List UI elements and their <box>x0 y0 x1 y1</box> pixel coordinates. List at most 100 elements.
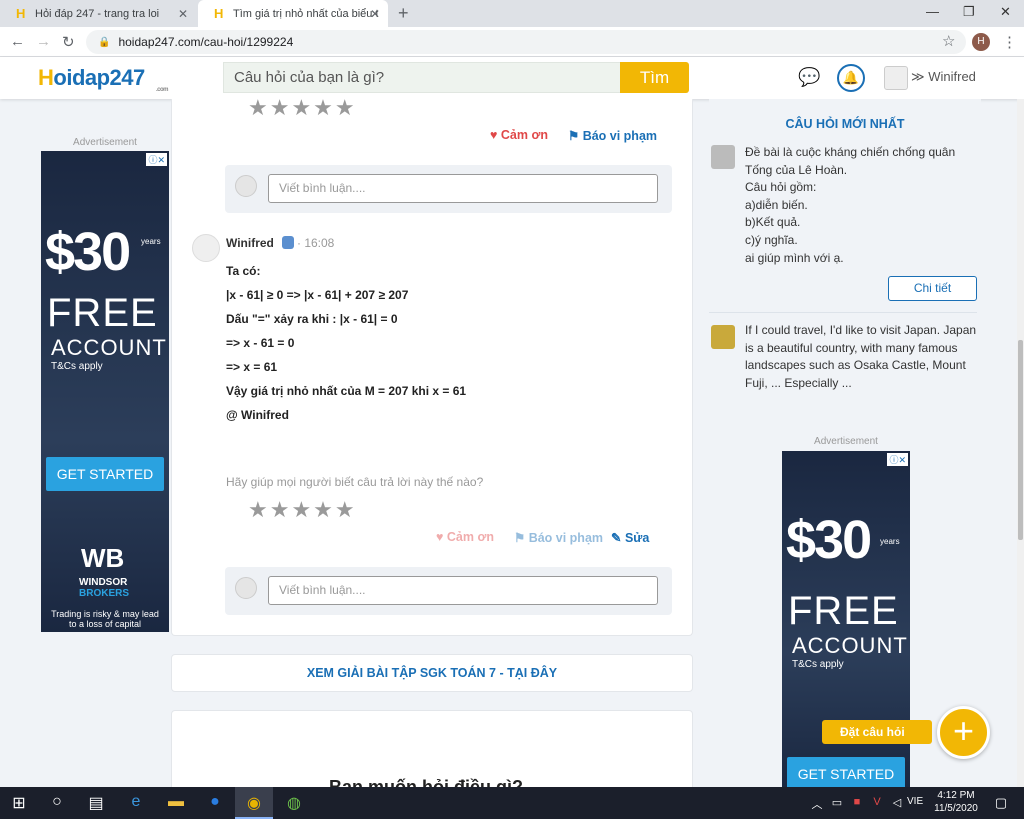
notification-icon[interactable]: ▢ <box>990 795 1012 811</box>
edge-icon[interactable]: e <box>125 793 147 811</box>
ad-account: ACCOUNT <box>792 633 908 658</box>
answer-avatar[interactable] <box>192 234 220 262</box>
username-label: Winifred <box>928 69 976 84</box>
site-header: Hoidap247 .com Câu hỏi của bạn là gì? Tì… <box>0 57 1024 99</box>
user-menu[interactable]: ≫ Winifred <box>911 69 976 85</box>
ad-choices-icon[interactable]: ⓘ✕ <box>146 153 167 166</box>
clock-date: 11/5/2020 <box>934 803 978 814</box>
hoidap-favicon-icon: H <box>214 6 224 21</box>
report-label: Báo vi phạm <box>528 531 604 545</box>
ad-years: years <box>141 237 161 246</box>
url-text: hoidap247.com/cau-hoi/1299224 <box>118 35 294 49</box>
answer-line: => x = 61 <box>226 360 278 374</box>
report-button[interactable]: ⚑ Báo vi phạm <box>568 128 657 143</box>
ad-get-started-button[interactable]: GET STARTED <box>787 757 905 787</box>
answer-author[interactable]: Winifred <box>226 236 274 250</box>
chrome-icon[interactable]: ◉ <box>243 793 265 813</box>
profile-avatar[interactable]: H <box>972 33 990 51</box>
detail-button[interactable]: Chi tiết <box>888 276 977 301</box>
windows-taskbar: ⊞ ○ ▤ e ▬ ● ◉ ◍ ︿ ▭ ■ V ◁ VIE 4:12 PM 11… <box>0 787 1024 819</box>
divider <box>709 312 977 313</box>
bookmark-star-icon[interactable]: ☆ <box>942 32 955 50</box>
close-window-icon[interactable]: ✕ <box>1000 4 1011 20</box>
language-indicator[interactable]: VIE <box>907 796 923 807</box>
ad-free: FREE <box>788 589 899 633</box>
answer-signature: @ Winifred <box>226 408 289 422</box>
avatar <box>235 577 257 599</box>
ad-choices-icon[interactable]: ⓘ✕ <box>887 453 908 466</box>
rating-stars[interactable]: ★★★★★ <box>248 497 357 523</box>
windsor-logo: WB <box>81 543 125 573</box>
tab-active-question[interactable]: H Tìm giá trị nhỏ nhất của biểu thứ ✕ <box>198 0 388 27</box>
close-tab-icon[interactable]: ✕ <box>178 7 188 21</box>
rank-badge-icon <box>282 236 294 249</box>
avatar <box>235 175 257 197</box>
latest-questions-panel: CÂU HỎI MỚI NHẤT Đề bài là cuộc kháng ch… <box>709 99 981 420</box>
windsor-name-1: WINDSOR <box>79 577 128 588</box>
reload-icon[interactable]: ↻ <box>62 33 75 51</box>
edit-button[interactable]: ✎ Sửa <box>611 530 649 545</box>
clock[interactable]: 4:12 PM 11/5/2020 <box>930 789 982 815</box>
url-field[interactable]: 🔒 hoidap247.com/cau-hoi/1299224 <box>86 30 966 54</box>
answer-time: · 16:08 <box>297 236 335 250</box>
zalo-icon[interactable]: ● <box>204 793 226 811</box>
file-explorer-icon[interactable]: ▬ <box>165 793 187 811</box>
menu-dots-icon[interactable]: ⋮ <box>1002 33 1017 51</box>
tab-title: Hỏi đáp 247 - trang tra loi <box>35 7 160 20</box>
search-input[interactable]: Câu hỏi của bạn là gì? <box>223 62 621 93</box>
comment-box: Viết bình luận.... <box>225 165 672 213</box>
back-arrow-icon[interactable]: ← <box>10 33 25 50</box>
sgk-banner-link[interactable]: XEM GIẢI BÀI TẬP SGK TOÁN 7 - TẠI ĐÂY <box>171 654 693 692</box>
tab-hoidap-trang-tra-loi[interactable]: H Hỏi đáp 247 - trang tra loi ✕ <box>0 0 196 27</box>
thank-button[interactable]: ♥ Cảm ơn <box>490 128 548 143</box>
new-tab-plus-icon[interactable]: + <box>398 3 409 24</box>
tab-title: Tìm giá trị nhỏ nhất của biểu thứ <box>233 7 378 20</box>
report-label: Báo vi phạm <box>582 129 658 143</box>
comment-input[interactable]: Viết bình luận.... <box>268 174 658 203</box>
maximize-icon[interactable]: ❐ <box>963 4 975 20</box>
search-circle-icon[interactable]: ○ <box>46 793 68 811</box>
thank-button[interactable]: ♥ Cảm ơn <box>436 530 494 545</box>
answer-line: Vậy giá trị nhỏ nhất của M = 207 khi x =… <box>226 384 467 398</box>
ask-question-button[interactable]: Đặt câu hỏi <box>822 720 932 744</box>
avatar <box>711 145 735 169</box>
tab-strip: H Hỏi đáp 247 - trang tra loi ✕ H Tìm gi… <box>0 0 1024 27</box>
app-icon[interactable]: ◍ <box>283 793 305 813</box>
thank-label: Cảm ơn <box>446 530 494 544</box>
comment-input[interactable]: Viết bình luận.... <box>268 576 658 605</box>
hoidap247-logo[interactable]: Hoidap247 .com <box>38 65 169 93</box>
task-view-icon[interactable]: ▤ <box>85 793 107 813</box>
plus-icon[interactable]: + <box>937 706 990 759</box>
clock-time: 4:12 PM <box>937 790 975 801</box>
ad-account: ACCOUNT <box>51 335 167 360</box>
tray-chevron-icon[interactable]: ︿ <box>806 796 828 812</box>
minimize-icon[interactable]: — <box>926 4 939 19</box>
answer-actions: ♥ Cảm ơn ⚑ Báo vi phạm ✎ Sửa <box>436 530 649 545</box>
ad-get-started-button[interactable]: GET STARTED <box>46 457 164 491</box>
question-text[interactable]: Đề bài là cuộc kháng chiến chống quân Tố… <box>745 144 981 267</box>
answers-card: ★★★★★ ♥ Cảm ơn ⚑ Báo vi phạm Viết bình l… <box>171 95 693 636</box>
shield-icon[interactable]: ■ <box>846 796 868 808</box>
report-button[interactable]: ⚑ Báo vi phạm <box>514 530 603 545</box>
search-button[interactable]: Tìm <box>620 62 689 93</box>
user-avatar[interactable] <box>884 66 908 90</box>
chat-icon[interactable]: 💬 <box>798 67 820 88</box>
hoidap-favicon-icon: H <box>16 6 26 21</box>
v-icon[interactable]: V <box>866 796 888 808</box>
answer-line: Ta có: <box>226 264 261 278</box>
rating-stars[interactable]: ★★★★★ <box>248 95 357 121</box>
forward-arrow-icon[interactable]: → <box>36 33 51 50</box>
scrollbar-thumb[interactable] <box>1018 340 1023 540</box>
first-answer-actions: ♥ Cảm ơn ⚑ Báo vi phạm <box>490 128 657 143</box>
close-tab-icon[interactable]: ✕ <box>370 7 380 21</box>
windows-start-icon[interactable]: ⊞ <box>8 793 30 813</box>
bell-icon[interactable]: 🔔 <box>837 64 865 92</box>
question-text[interactable]: If I could travel, I'd like to visit Jap… <box>745 322 981 392</box>
ad-free: FREE <box>47 291 158 335</box>
ad-risk-text: Trading is risky & may lead to a loss of… <box>51 609 159 629</box>
ad-tcs: T&Cs apply <box>51 361 103 372</box>
volume-icon[interactable]: ◁ <box>886 796 908 809</box>
network-icon[interactable]: ▭ <box>826 796 848 809</box>
ad-tcs: T&Cs apply <box>792 659 844 670</box>
left-ad-banner[interactable]: ⓘ✕ $30 years FREE ACCOUNT T&Cs apply GET… <box>41 151 169 632</box>
